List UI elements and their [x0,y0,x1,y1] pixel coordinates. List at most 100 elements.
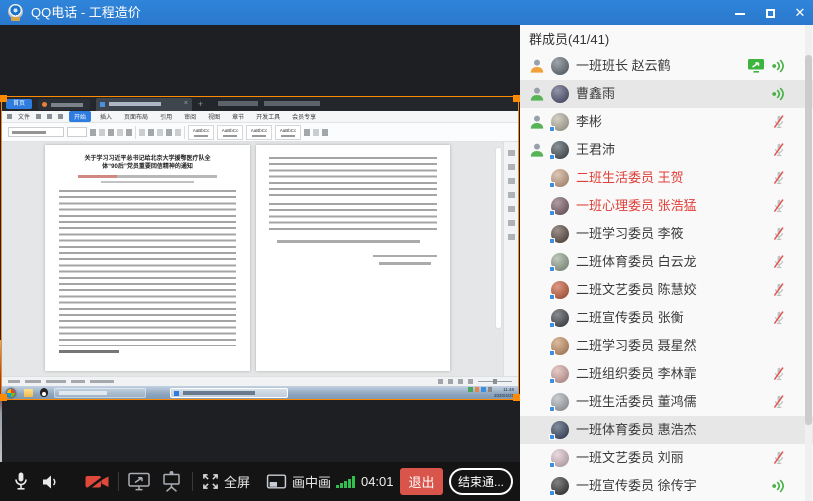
avatar [551,393,569,411]
mobile-badge-icon [549,462,555,468]
member-row[interactable]: 一班班长 赵云鹤 [520,52,813,80]
member-row[interactable]: 一班生活委员 董鸿儒 [520,388,813,416]
bullet-list-icon[interactable] [139,129,145,136]
style-preset[interactable]: AaBbCc [246,125,272,140]
system-tray [468,387,492,392]
member-row[interactable]: 二班学习委员 聂星然 [520,332,813,360]
style-preset[interactable]: AaBbCc [217,125,243,140]
document-page-left: 关于学习习近平总书记给北京大学援鄂医疗队全 体“90后”党员重要回信精神的通知 [45,145,250,371]
wps-ribbon-tab[interactable]: 开始 [69,111,91,122]
select-icon[interactable] [322,129,328,136]
scrollbar-thumb[interactable] [805,55,812,425]
explorer-icon[interactable] [24,389,33,397]
wps-file-menu[interactable]: 文件 [18,112,30,121]
style-preset[interactable]: AaBbCc [188,125,214,140]
font-name-select[interactable] [8,127,64,137]
numbered-list-icon[interactable] [148,129,154,136]
windows-start-icon[interactable] [6,388,16,398]
wps-home-tab[interactable]: 首页 [6,99,32,109]
wps-ribbon-tab[interactable]: 审阅 [181,111,199,122]
wps-ribbon-tab-row: 文件 开始插入页面布局引用审阅视图章节开发工具会员专享 [2,111,518,123]
wps-ribbon-tab[interactable]: 页面布局 [121,111,151,122]
minimize-button[interactable] [726,0,754,25]
wps-ribbon-tab[interactable]: 插入 [97,111,115,122]
sidebar-tool-icon[interactable] [508,178,515,184]
wps-ribbon-tab[interactable]: 章节 [229,111,247,122]
wps-store-tab[interactable] [38,99,90,110]
wps-document-tab[interactable]: × [96,98,192,111]
avatar [551,281,569,299]
member-row[interactable]: 二班文艺委员 陈慧姣 [520,276,813,304]
camera-off-icon[interactable] [84,462,111,501]
sidebar-tool-icon[interactable] [508,234,515,240]
end-call-button[interactable]: 结束通... [449,468,513,495]
close-button[interactable]: ✕ [786,0,813,25]
line-spacing-icon[interactable] [175,129,181,136]
view-mode-icon[interactable] [448,379,453,384]
sidebar-tool-icon[interactable] [508,206,515,212]
member-row[interactable]: 王君沛 [520,136,813,164]
wps-new-tab-button[interactable]: + [198,98,203,110]
member-row[interactable]: 李彬 [520,108,813,136]
sidebar-tool-icon[interactable] [508,150,515,156]
taskbar-button-active[interactable] [170,388,288,398]
taskbar-clock: 11:48 2020/4/25 [494,387,514,399]
view-mode-icon[interactable] [458,379,463,384]
style-preset[interactable]: AaBbCc [275,125,301,140]
member-row[interactable]: 曹鑫雨 [520,80,813,108]
member-status [747,52,787,80]
wps-ribbon-tab[interactable]: 视图 [205,111,223,122]
sidebar-tool-icon[interactable] [508,192,515,198]
member-row[interactable]: 二班生活委员 王贺 [520,164,813,192]
presenter-icon[interactable] [160,462,183,501]
text-tools-icon[interactable] [304,129,310,136]
underline-icon[interactable] [108,129,114,136]
document-scrollbar[interactable] [496,148,501,328]
fullscreen-button[interactable]: 全屏 [202,462,250,501]
wps-ribbon-tab[interactable]: 引用 [157,111,175,122]
view-mode-icon[interactable] [468,379,473,384]
member-name: 王君沛 [576,136,615,164]
tray-icon[interactable] [488,387,493,392]
member-row[interactable]: 一班学习委员 李筱 [520,220,813,248]
align-left-icon[interactable] [157,129,163,136]
wps-undo-icon[interactable] [58,114,63,119]
bold-icon[interactable] [90,129,96,136]
member-row[interactable]: 一班宣传委员 徐传宇 [520,472,813,500]
qq-penguin-icon[interactable] [40,388,48,397]
member-row[interactable]: 二班宣传委员 张衡 [520,304,813,332]
wps-ribbon-tab[interactable]: 会员专享 [289,111,319,122]
exit-button[interactable]: 退出 [400,468,443,495]
align-center-icon[interactable] [166,129,172,136]
member-status [771,80,787,108]
wps-save-icon[interactable] [36,114,41,119]
member-row[interactable]: 二班组织委员 李林霏 [520,360,813,388]
member-row[interactable]: 一班体育委员 惠浩杰 [520,416,813,444]
zoom-slider[interactable] [478,381,512,383]
taskbar-button[interactable] [54,388,146,398]
wps-ribbon-tab[interactable]: 开发工具 [253,111,283,122]
italic-icon[interactable] [99,129,105,136]
pip-button[interactable]: 画中画 [266,462,331,501]
member-row[interactable]: 一班心理委员 张浩猛 [520,192,813,220]
mobile-badge-icon [549,350,555,356]
maximize-button[interactable] [756,0,784,25]
font-size-select[interactable] [67,127,87,137]
find-replace-icon[interactable] [313,129,319,136]
member-row[interactable]: 一班文艺委员 刘丽 [520,444,813,472]
view-mode-icon[interactable] [438,379,443,384]
strikethrough-icon[interactable] [117,129,123,136]
members-scrollbar[interactable] [805,25,812,501]
sidebar-tool-icon[interactable] [508,220,515,226]
screen-share-icon[interactable] [127,462,152,501]
tray-icon[interactable] [475,387,480,392]
wps-print-icon[interactable] [47,114,52,119]
microphone-icon[interactable] [11,462,31,501]
sidebar-tool-icon[interactable] [508,164,515,170]
tray-icon[interactable] [468,387,473,392]
member-row[interactable]: 二班体育委员 白云龙 [520,248,813,276]
tray-icon[interactable] [481,387,486,392]
wps-menu-icon[interactable] [7,114,12,119]
font-color-icon[interactable] [126,129,132,136]
speaker-icon[interactable] [40,462,60,501]
